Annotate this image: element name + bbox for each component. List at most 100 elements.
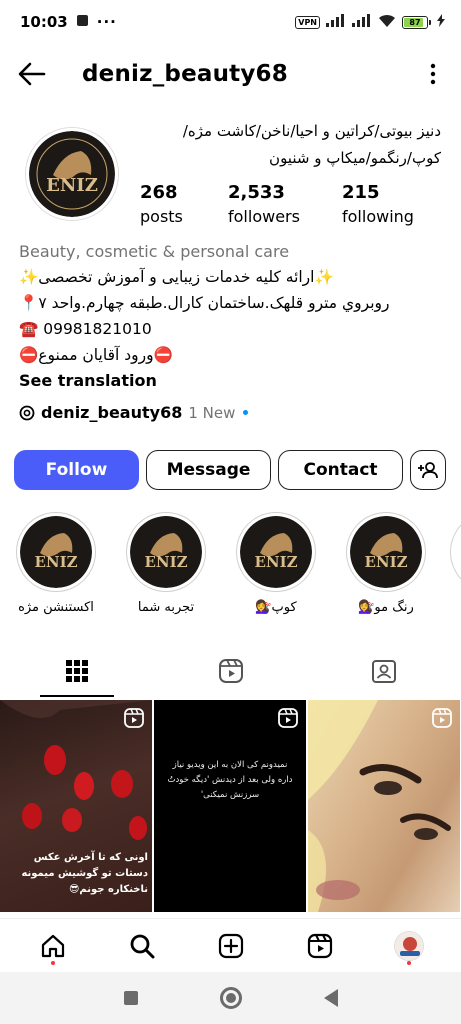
profile-actions: Follow Message Contact <box>14 450 446 490</box>
add-user-icon <box>418 462 438 479</box>
highlight-item[interactable]: ENIZ تجربه شما <box>120 512 212 615</box>
profile-tabs <box>0 645 461 697</box>
svg-text:ENIZ: ENIZ <box>254 553 297 571</box>
recents-button[interactable] <box>123 991 138 1005</box>
contact-button[interactable]: Contact <box>278 450 403 490</box>
tab-posts-grid[interactable] <box>0 645 154 697</box>
profile-header: deniz_beauty68 <box>0 48 461 100</box>
salon-logo-icon: ENIZ <box>240 516 312 588</box>
stat-followers-value: 2,533 <box>228 182 285 203</box>
highlight-item-partial[interactable] <box>450 512 461 594</box>
back-button[interactable] <box>16 58 48 90</box>
threads-username: deniz_beauty68 <box>41 403 183 422</box>
nav-home[interactable] <box>29 922 77 970</box>
profile-name-line-1: دنیز بیوتی/کراتین و احیا/ناخن/کاشت مژه/ <box>182 122 441 140</box>
bio-line-2: روبروي مترو قلهک.ساختمان کارال.طبقه چهار… <box>19 294 390 312</box>
notification-square-icon <box>76 13 89 31</box>
post-caption: اونی که تا آخرش عکس دستات تو گوشیش میمون… <box>21 852 148 895</box>
home-icon <box>41 934 64 957</box>
signal-icon <box>326 14 346 30</box>
salon-logo-icon: ENIZ <box>20 516 92 588</box>
status-time: 10:03 <box>20 13 68 31</box>
system-navigation <box>0 972 461 1024</box>
tab-reels[interactable] <box>154 645 308 697</box>
stat-following[interactable]: 215 following <box>342 182 414 230</box>
grid-icon <box>65 660 88 682</box>
more-notifications-icon: ··· <box>96 13 117 31</box>
highlight-label: تجربه شما <box>137 600 195 615</box>
threads-new-badge: 1 New <box>188 403 236 422</box>
create-icon <box>218 933 243 958</box>
nav-create[interactable] <box>207 922 255 970</box>
highlight-item[interactable]: ENIZ رنگ مو💇‍♀️ <box>340 512 432 615</box>
threads-link[interactable]: deniz_beauty68 1 New <box>19 403 249 422</box>
stat-posts-label: posts <box>140 207 183 226</box>
bio-line-1: ✨ارائه کلیه خدمات زیبایی و آموزش تخصصی✨ <box>19 268 334 286</box>
post-thumbnail[interactable]: اونی که تا آخرش عکس دستات تو گوشیش میمون… <box>0 700 152 912</box>
nav-reels[interactable] <box>296 922 344 970</box>
highlight-label: رنگ مو💇‍♀️ <box>358 600 414 615</box>
arrow-left-icon <box>18 62 46 86</box>
charging-icon <box>437 14 445 30</box>
see-translation-link[interactable]: See translation <box>19 368 449 394</box>
nav-search[interactable] <box>118 922 166 970</box>
wifi-icon <box>378 14 396 31</box>
profile-bio: ✨ارائه کلیه خدمات زیبایی و آموزش تخصصی✨ … <box>19 264 449 394</box>
threads-new-dot <box>243 410 249 415</box>
reel-badge-icon <box>124 708 144 728</box>
brows-photo-icon <box>308 700 451 912</box>
bio-line-4: ⛔ورود آقایان ممنوع⛔ <box>19 346 173 364</box>
follow-button[interactable]: Follow <box>14 450 139 490</box>
salon-logo-icon: ENIZ <box>29 131 115 217</box>
profile-avatar <box>393 930 424 961</box>
status-bar: 10:03 ··· VPN 87 <box>0 0 461 44</box>
stat-posts-value: 268 <box>140 182 178 203</box>
message-button[interactable]: Message <box>146 450 271 490</box>
bio-line-phone[interactable]: ☎️ 09981821010 <box>19 316 449 342</box>
post-thumbnail[interactable]: نمیدونم کی الان به این ویدیو نیاز داره و… <box>154 700 306 912</box>
reel-badge-icon <box>278 708 298 728</box>
header-username: deniz_beauty68 <box>82 61 288 87</box>
back-nav-button[interactable] <box>323 989 338 1007</box>
signal-icon-2 <box>352 14 372 30</box>
posts-grid: اونی که تا آخرش عکس دستات تو گوشیش میمون… <box>0 700 461 912</box>
reel-badge-icon <box>432 708 452 728</box>
highlight-item[interactable]: ENIZ اکستنشن مژه <box>10 512 102 615</box>
vpn-badge: VPN <box>295 15 320 29</box>
bottom-navigation <box>0 918 461 972</box>
stat-posts[interactable]: 268 posts <box>140 182 183 230</box>
threads-icon <box>19 405 35 420</box>
battery-level: 87 <box>409 17 421 27</box>
profile-avatar[interactable]: ENIZ <box>26 128 118 220</box>
home-notification-dot <box>50 960 55 965</box>
story-highlights: ENIZ اکستنشن مژه ENIZ تجربه شما ENIZ کوپ… <box>0 512 461 632</box>
post-caption: نمیدونم کی الان به این ویدیو نیاز داره و… <box>167 760 293 800</box>
tab-tagged[interactable] <box>307 645 461 697</box>
highlight-label: اکستنشن مژه <box>18 600 94 615</box>
search-icon <box>130 934 154 958</box>
profile-category: Beauty, cosmetic & personal care <box>19 242 290 261</box>
home-button[interactable] <box>219 987 242 1009</box>
svg-text:ENIZ: ENIZ <box>364 553 407 571</box>
vertical-dots-icon <box>430 63 436 85</box>
profile-name-line-2: کوپ/رنگمو/میکاپ و شنیون <box>269 149 441 167</box>
highlight-item[interactable]: ENIZ کوپ💇‍♀️ <box>230 512 322 615</box>
profile-notification-dot <box>406 960 411 965</box>
stat-followers-label: followers <box>228 207 300 226</box>
highlight-label: کوپ💇‍♀️ <box>255 600 297 615</box>
reels-icon <box>218 659 243 683</box>
post-thumbnail[interactable] <box>308 700 460 912</box>
more-options-button[interactable] <box>421 58 445 90</box>
svg-text:ENIZ: ENIZ <box>34 553 77 571</box>
add-user-button[interactable] <box>410 450 446 490</box>
salon-logo-icon: ENIZ <box>350 516 422 588</box>
stat-followers[interactable]: 2,533 followers <box>228 182 300 230</box>
tagged-icon <box>372 660 397 683</box>
salon-logo-icon: ENIZ <box>130 516 202 588</box>
nav-profile[interactable] <box>385 922 433 970</box>
avatar-logo-text: ENIZ <box>46 175 98 196</box>
battery-icon: 87 <box>402 15 431 29</box>
stat-following-value: 215 <box>342 182 380 203</box>
profile-full-name: دنیز بیوتی/کراتین و احیا/ناخن/کاشت مژه/ … <box>121 118 441 172</box>
stat-following-label: following <box>342 207 414 226</box>
